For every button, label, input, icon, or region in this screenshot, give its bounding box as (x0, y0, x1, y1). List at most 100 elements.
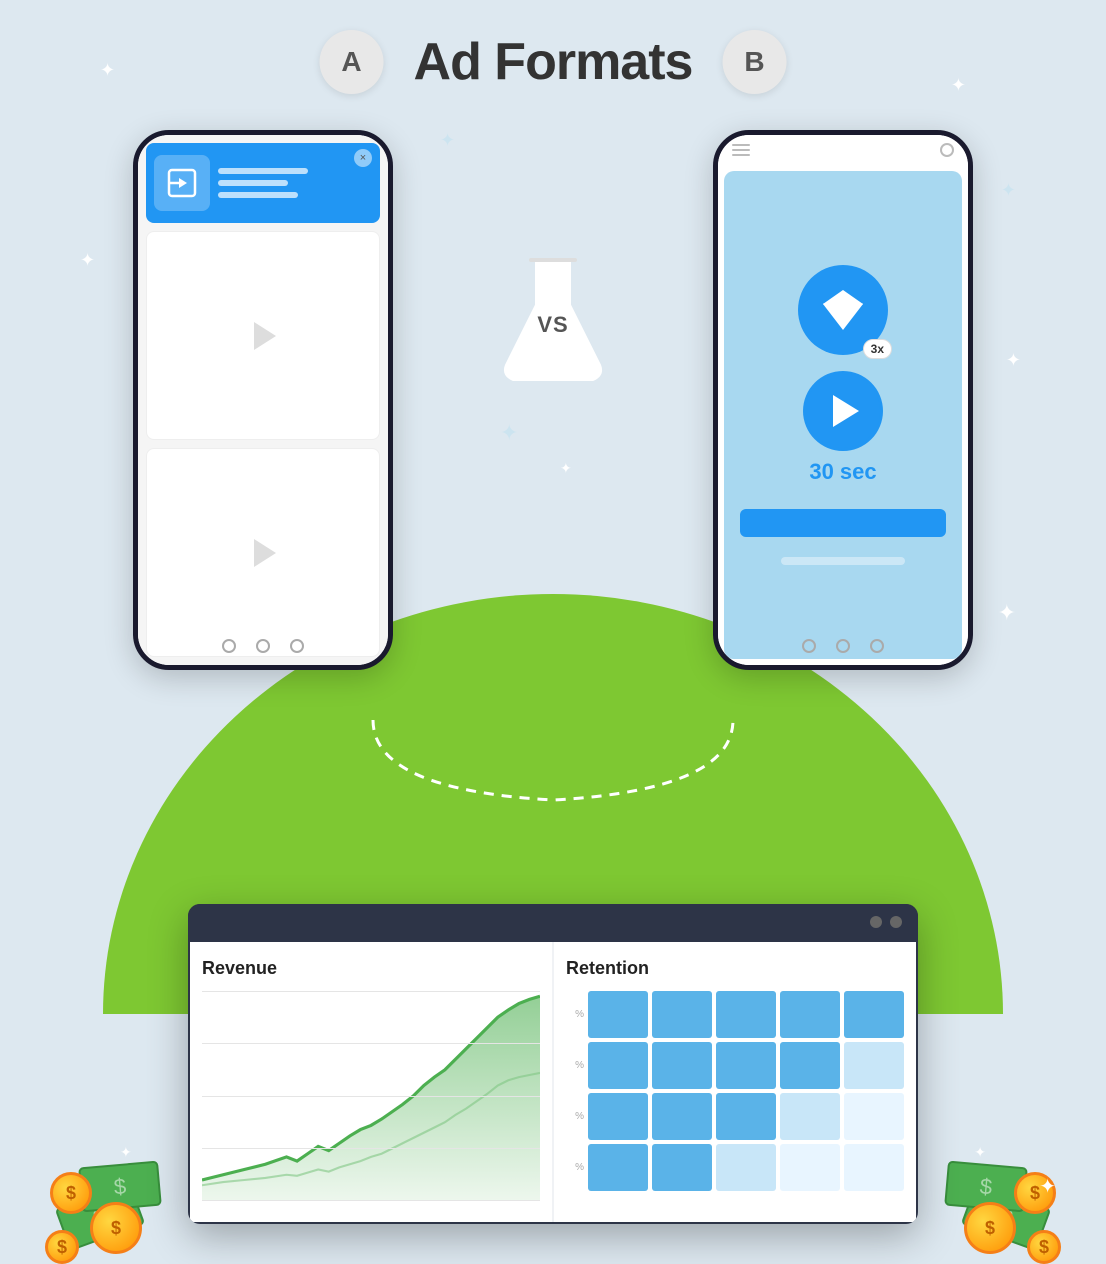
sparkle-icon: ✦ (1001, 180, 1016, 201)
menu-circle-icon (940, 143, 954, 157)
play-button[interactable] (803, 371, 883, 451)
connector-lines (253, 710, 853, 810)
phone-card-2 (146, 448, 380, 657)
ret-cell (588, 1144, 648, 1191)
ret-cell (652, 1093, 712, 1140)
rewarded-cta-button[interactable] (740, 509, 946, 537)
window-titlebar (188, 904, 918, 940)
badge-b: B (722, 30, 786, 94)
ret-cell (844, 1093, 904, 1140)
phone-b-top-bar (718, 135, 968, 165)
play-icon (254, 322, 276, 350)
sparkle-icon: ✦ (1039, 1174, 1056, 1199)
ad-line (218, 168, 308, 174)
phone-bottom-buttons (138, 639, 388, 653)
coin: $ (90, 1202, 142, 1254)
diamond-icon (817, 284, 869, 336)
ad-banner: × (146, 143, 380, 223)
ad-banner-icon (154, 155, 210, 211)
ret-cell (844, 991, 904, 1038)
chart-gridline (202, 1096, 540, 1097)
retention-grid: % % % % (566, 991, 904, 1191)
ret-cell (780, 1093, 840, 1140)
ret-cell (716, 1042, 776, 1089)
ad-banner-lines (218, 168, 308, 198)
play-icon (254, 539, 276, 567)
sparkle-icon: ✦ (80, 250, 95, 271)
ret-label: % (566, 991, 584, 1038)
sparkle-icon: ✦ (951, 75, 966, 96)
phone-bottom-buttons (718, 639, 968, 653)
ad-line (218, 192, 298, 198)
diamond-badge: 3x (798, 265, 888, 355)
header: A Ad Formats B (320, 30, 787, 94)
chart-gridline (202, 1148, 540, 1149)
ret-label: % (566, 1093, 584, 1140)
ret-cell (588, 1042, 648, 1089)
analytics-window: Revenue (188, 904, 918, 1224)
sparkle-icon: ✦ (998, 600, 1016, 626)
ret-cell (716, 1093, 776, 1140)
window-content: Revenue (190, 942, 916, 1222)
revenue-chart (202, 991, 540, 1201)
vs-flask: VS (498, 250, 608, 390)
ret-label: % (566, 1144, 584, 1191)
window-dot-1 (870, 916, 882, 928)
ret-cell (780, 1144, 840, 1191)
multiplier-badge: 3x (863, 339, 892, 359)
sparkle-icon: ✦ (974, 1144, 986, 1161)
phone-a-screen: × (138, 135, 388, 665)
page-title: Ad Formats (414, 32, 693, 92)
phone-dot (870, 639, 884, 653)
coin: $ (1027, 1230, 1061, 1264)
rewarded-content: 3x 30 sec (724, 171, 962, 659)
timer-text: 30 sec (809, 459, 876, 485)
coin: $ (45, 1230, 79, 1264)
chart-gridlines (202, 991, 540, 1201)
ret-cell (588, 991, 648, 1038)
retention-panel: Retention % % % (554, 942, 916, 1222)
phones-area: × VS (133, 130, 973, 670)
phone-card-1 (146, 231, 380, 440)
phone-b-screen: 3x 30 sec (718, 135, 968, 665)
close-icon[interactable]: × (354, 149, 372, 167)
ret-cell (652, 1042, 712, 1089)
ret-cell (652, 991, 712, 1038)
phone-b: 3x 30 sec (713, 130, 973, 670)
rewarded-cta-subtext (781, 557, 905, 565)
phone-b-inner: 3x 30 sec (718, 135, 968, 665)
ret-cell (716, 1144, 776, 1191)
vs-text: VS (537, 312, 568, 338)
hamburger-icon (732, 144, 750, 156)
window-dot-2 (890, 916, 902, 928)
ret-cell (652, 1144, 712, 1191)
ret-cell (716, 991, 776, 1038)
ret-cell (844, 1042, 904, 1089)
login-icon (165, 166, 199, 200)
sparkle-icon: ✦ (120, 1144, 132, 1161)
phone-a: × (133, 130, 393, 670)
phone-dot (290, 639, 304, 653)
video-timer: 30 sec (803, 371, 883, 485)
ret-label: % (566, 1042, 584, 1089)
ret-cell (588, 1093, 648, 1140)
ret-cell (844, 1144, 904, 1191)
phone-dot (256, 639, 270, 653)
phone-dot (802, 639, 816, 653)
ret-cell (780, 1042, 840, 1089)
sparkle-icon: ✦ (100, 60, 115, 81)
retention-label: Retention (566, 958, 904, 979)
coin: $ (964, 1202, 1016, 1254)
coin: $ (50, 1172, 92, 1214)
sparkle-icon: ✦ (1006, 350, 1021, 371)
chart-gridline (202, 1043, 540, 1044)
revenue-label: Revenue (202, 958, 540, 979)
chart-gridline (202, 991, 540, 992)
phone-dot (836, 639, 850, 653)
play-triangle-icon (833, 395, 859, 427)
ad-line (218, 180, 288, 186)
chart-gridline (202, 1200, 540, 1201)
ret-cell (780, 991, 840, 1038)
revenue-panel: Revenue (190, 942, 552, 1222)
badge-a: A (320, 30, 384, 94)
